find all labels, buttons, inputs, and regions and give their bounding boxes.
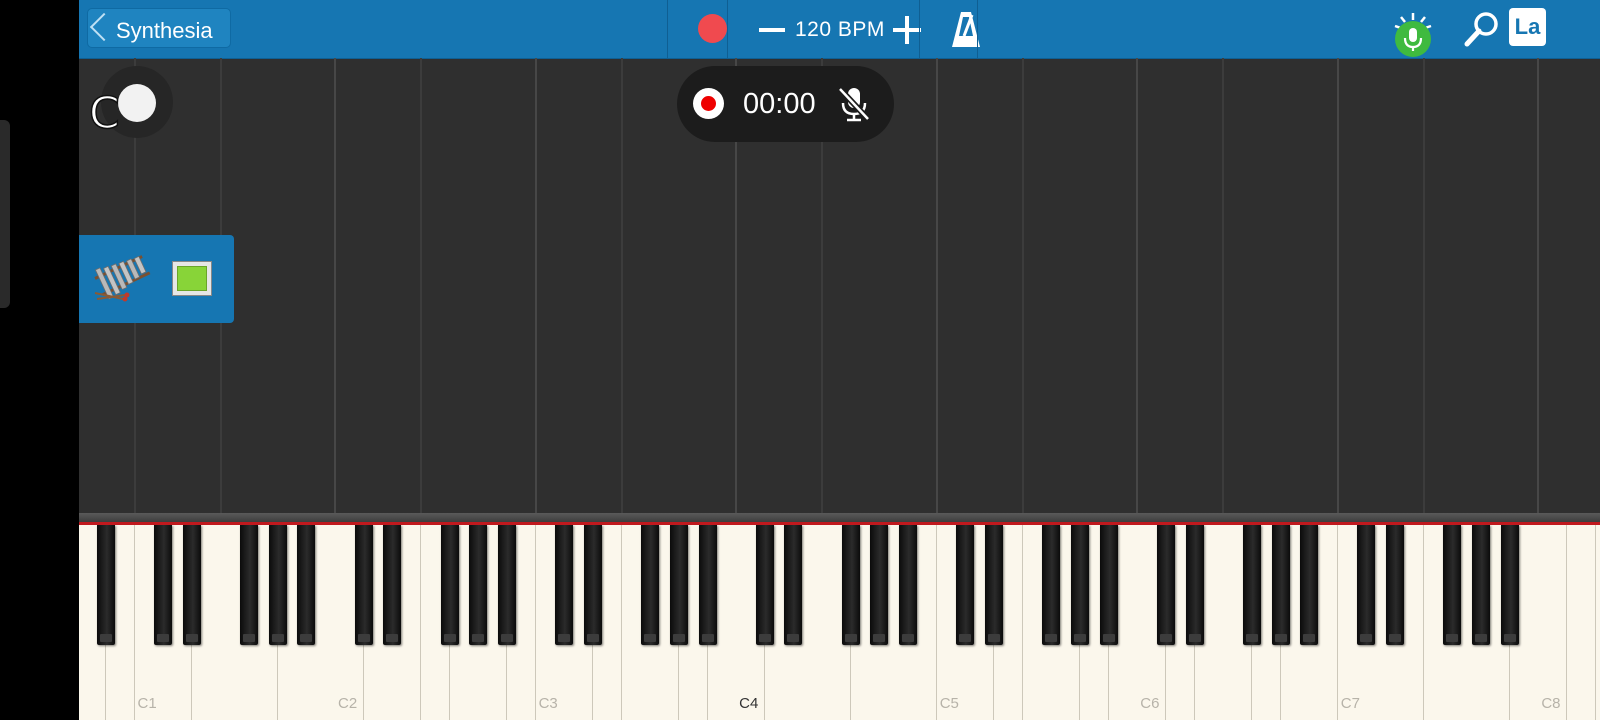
piano-black-key[interactable] xyxy=(755,525,774,645)
track-color-swatch[interactable] xyxy=(172,261,212,296)
grid-line xyxy=(1537,58,1539,513)
piano-black-key[interactable] xyxy=(297,525,316,645)
toolbar-divider xyxy=(919,0,920,58)
piano-black-key[interactable] xyxy=(182,525,201,645)
piano-black-key[interactable] xyxy=(1300,525,1319,645)
piano-black-key[interactable] xyxy=(641,525,660,645)
tempo-decrease-button[interactable] xyxy=(759,28,785,32)
xylophone-icon[interactable] xyxy=(93,249,153,305)
piano-black-key[interactable] xyxy=(956,525,975,645)
search-icon[interactable] xyxy=(1463,10,1501,48)
grid-line xyxy=(1022,58,1024,513)
piano-black-key[interactable] xyxy=(784,525,803,645)
grid-line xyxy=(1337,58,1339,513)
piano-black-key[interactable] xyxy=(669,525,688,645)
piano-black-key[interactable] xyxy=(583,525,602,645)
piano-black-key[interactable] xyxy=(1443,525,1462,645)
tempo-increase-button[interactable] xyxy=(893,16,921,44)
microphone-active-icon[interactable] xyxy=(1392,12,1434,58)
back-button[interactable]: Synthesia xyxy=(87,8,231,48)
piano-black-key[interactable] xyxy=(698,525,717,645)
piano-black-key[interactable] xyxy=(1242,525,1261,645)
grid-line xyxy=(621,58,623,513)
toolbar-divider xyxy=(727,0,728,58)
piano-black-key[interactable] xyxy=(1357,525,1376,645)
piano-black-key[interactable] xyxy=(1156,525,1175,645)
recording-status-pill: 00:00 xyxy=(677,66,894,142)
piano-keyboard[interactable]: C1 C2 C3 C4 C5 C6 C7 C8 xyxy=(79,525,1600,720)
piano-black-key[interactable] xyxy=(469,525,488,645)
recording-timer: 00:00 xyxy=(743,88,816,120)
chevron-left-icon xyxy=(89,12,119,42)
instrument-panel xyxy=(79,235,234,323)
piano-black-key[interactable] xyxy=(354,525,373,645)
toolbar-divider xyxy=(667,0,668,58)
octave-label: C1 xyxy=(137,695,157,712)
piano-black-key[interactable] xyxy=(899,525,918,645)
piano-black-key[interactable] xyxy=(1070,525,1089,645)
tempo-label: 120 BPM xyxy=(795,18,885,41)
piano-black-key[interactable] xyxy=(841,525,860,645)
app-window: Synthesia 120 BPM La C 00:00 C1 C2 C3 C4… xyxy=(79,0,1600,720)
octave-label: C3 xyxy=(538,695,558,712)
grid-line xyxy=(334,58,336,513)
key-letter: C xyxy=(88,87,120,140)
piano-black-key[interactable] xyxy=(870,525,889,645)
piano-black-key[interactable] xyxy=(985,525,1003,645)
recording-indicator-icon[interactable] xyxy=(693,88,724,119)
piano-black-key[interactable] xyxy=(383,525,402,645)
grid-line xyxy=(1423,58,1425,513)
track-color-fill xyxy=(177,266,207,291)
grid-line xyxy=(420,58,422,513)
octave-label: C4 xyxy=(739,695,759,712)
piano-black-key[interactable] xyxy=(1185,525,1204,645)
piano-black-key[interactable] xyxy=(1386,525,1405,645)
grid-line xyxy=(936,58,938,513)
toolbar-divider xyxy=(977,0,978,58)
piano-black-key[interactable] xyxy=(240,525,259,645)
piano-black-key[interactable] xyxy=(154,525,173,645)
piano-black-key[interactable] xyxy=(1500,525,1519,645)
octave-label: C5 xyxy=(939,695,959,712)
grid-line xyxy=(1136,58,1138,513)
piano-white-key[interactable]: C8 xyxy=(1538,525,1568,720)
piano-black-key[interactable] xyxy=(555,525,574,645)
back-button-label: Synthesia xyxy=(116,18,213,43)
note-label-mode-button[interactable]: La xyxy=(1509,8,1546,46)
piano-black-key[interactable] xyxy=(1271,525,1290,645)
key-signature-toggle[interactable]: C xyxy=(88,66,173,140)
grid-line xyxy=(535,58,537,513)
octave-label: C8 xyxy=(1541,695,1561,712)
side-panel-handle[interactable] xyxy=(0,120,10,308)
octave-label: C2 xyxy=(338,695,358,712)
piano-black-key[interactable] xyxy=(1099,525,1118,645)
piano-black-key[interactable] xyxy=(497,525,516,645)
grid-line xyxy=(1222,58,1224,513)
octave-label: C6 xyxy=(1140,695,1160,712)
octave-label: C7 xyxy=(1340,695,1360,712)
record-button[interactable] xyxy=(698,14,727,43)
piano-white-key[interactable] xyxy=(1567,525,1597,720)
piano-black-key[interactable] xyxy=(268,525,287,645)
toggle-knob xyxy=(118,84,156,122)
microphone-muted-icon[interactable] xyxy=(837,86,871,124)
piano-black-key[interactable] xyxy=(1042,525,1061,645)
piano-white-key[interactable] xyxy=(1595,525,1600,720)
piano-black-key[interactable] xyxy=(96,525,115,645)
piano-black-key[interactable] xyxy=(1472,525,1491,645)
top-toolbar: Synthesia 120 BPM La xyxy=(79,0,1600,59)
piano-black-key[interactable] xyxy=(440,525,459,645)
